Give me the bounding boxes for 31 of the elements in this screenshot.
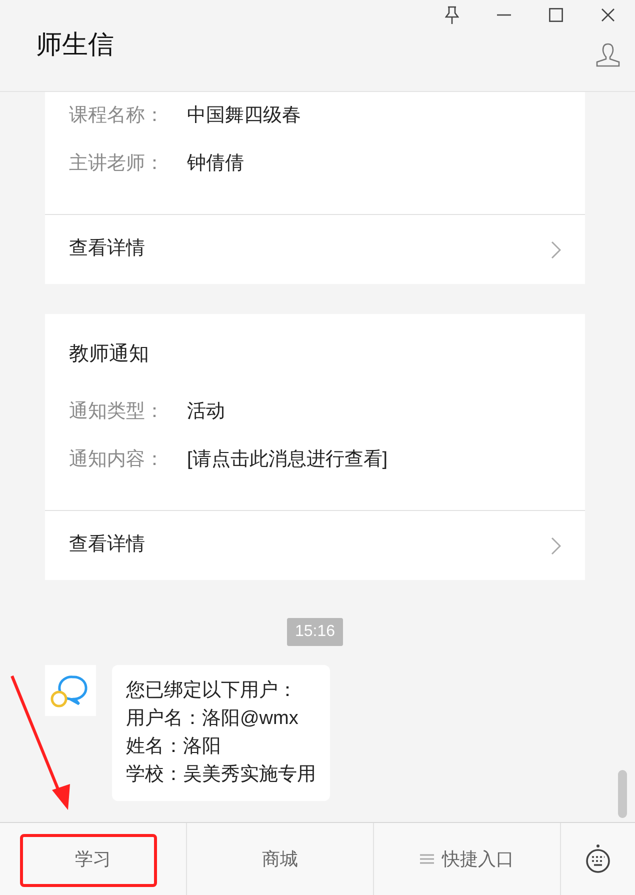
- maximize-icon[interactable]: [549, 8, 563, 22]
- field-value: 中国舞四级春: [187, 104, 301, 128]
- minimize-icon[interactable]: [497, 14, 511, 16]
- close-icon[interactable]: [601, 8, 615, 22]
- message-line: 用户名：洛阳@wmx: [126, 707, 300, 731]
- field-label: 主讲老师：: [69, 152, 165, 176]
- window-title: 师生信: [36, 28, 114, 61]
- message-line: 学校：吴美秀实施专用: [126, 762, 316, 787]
- menu-tab[interactable]: 商城: [187, 823, 374, 895]
- details-link[interactable]: 查看详情: [45, 510, 585, 580]
- message-line: 姓名：洛阳: [126, 735, 222, 759]
- pin-icon[interactable]: [445, 6, 459, 24]
- field-value: 活动: [187, 400, 225, 424]
- keyboard-icon[interactable]: [585, 844, 611, 874]
- menu-tab[interactable]: 快捷入口: [374, 823, 561, 895]
- card-title: 教师通知: [69, 342, 149, 367]
- menu-icon: [420, 853, 434, 865]
- scrollbar[interactable]: [618, 770, 627, 818]
- field-value: 钟倩倩: [187, 152, 244, 176]
- field-label: 通知内容：: [69, 448, 165, 472]
- menu-tab[interactable]: 学习: [0, 823, 187, 895]
- chevron-right-icon: [551, 240, 561, 258]
- chevron-right-icon: [551, 536, 561, 554]
- field-label: 通知类型：: [69, 400, 165, 424]
- message-line: 您已绑定以下用户：: [126, 679, 298, 703]
- field-label: 课程名称：: [69, 104, 165, 128]
- avatar-icon: [45, 665, 96, 716]
- time-stamp: 15:16: [286, 618, 344, 646]
- details-link[interactable]: 查看详情: [45, 214, 585, 284]
- field-value: [请点击此消息进行查看]: [187, 448, 388, 472]
- person-icon[interactable]: [595, 42, 621, 68]
